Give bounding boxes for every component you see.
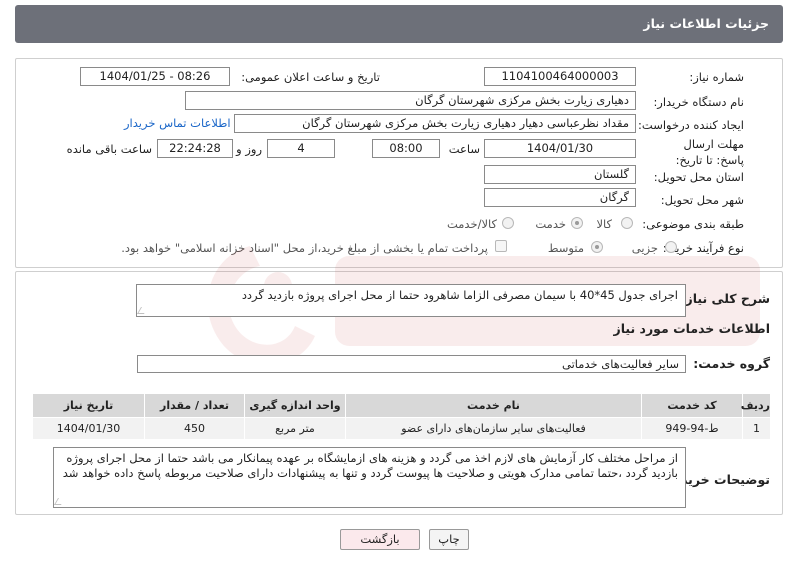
province-label: استان محل تحویل:: [653, 170, 744, 184]
deadline-label: مهلت ارسال پاسخ: تا تاریخ:: [675, 137, 744, 167]
cell-service-code: ط-94-949: [641, 417, 743, 440]
buyer-org-label: نام دستگاه خریدار:: [653, 95, 744, 109]
print-button[interactable]: چاپ: [429, 529, 469, 550]
buyer-org-field: دهیاری زیارت بخش مرکزی شهرستان گرگان: [185, 91, 636, 110]
category-option-goods-service: کالا/خدمت: [446, 217, 497, 231]
category-radio-service[interactable]: [571, 217, 583, 229]
need-number-label: شماره نیاز:: [689, 70, 744, 84]
col-header-service-name: نام خدمت: [345, 393, 642, 418]
buyer-notes-text: از مراحل مختلف کار آزمایش های لازم اخذ م…: [62, 451, 678, 480]
category-option-goods: کالا: [596, 217, 612, 231]
cell-row-number: 1: [742, 417, 771, 440]
process-option-minor: جزیی: [631, 241, 658, 255]
buyer-notes-textbox: از مراحل مختلف کار آزمایش های لازم اخذ م…: [53, 447, 686, 508]
service-group-label: گروه خدمت:: [693, 356, 770, 371]
col-header-service-code: کد خدمت: [641, 393, 743, 418]
process-option-medium: متوسط: [547, 241, 584, 255]
category-radio-goods-service[interactable]: [502, 217, 514, 229]
page-title: جزئیات اطلاعات نیاز: [643, 16, 769, 31]
back-button[interactable]: بازگشت: [340, 529, 420, 550]
services-table: ردیف کد خدمت نام خدمت واحد اندازه گیری ت…: [32, 393, 771, 440]
cell-service-name: فعالیت‌های سایر سازمان‌های دارای عضو: [345, 417, 642, 440]
announce-label: تاریخ و ساعت اعلان عمومی:: [241, 70, 380, 84]
services-title: اطلاعات خدمات مورد نیاز: [613, 321, 771, 336]
table-header-row: ردیف کد خدمت نام خدمت واحد اندازه گیری ت…: [32, 393, 771, 418]
city-label: شهر محل تحویل:: [660, 193, 744, 207]
summary-label: شرح کلی نیاز:: [680, 291, 770, 306]
summary-textbox: اجرای جدول 45*40 با سیمان مصرفی الزاما ش…: [136, 284, 686, 317]
resize-grip-icon[interactable]: [53, 498, 66, 505]
buyer-contact-link[interactable]: اطلاعات تماس خریدار: [124, 116, 231, 130]
need-number-field: 1104100464000003: [484, 67, 636, 86]
process-radio-minor[interactable]: [665, 241, 677, 253]
treasury-payment-checkbox[interactable]: [495, 240, 507, 252]
category-option-service: خدمت: [535, 217, 566, 231]
remaining-time-field: 22:24:28: [157, 139, 233, 158]
announce-field: 1404/01/25 - 08:26: [80, 67, 230, 86]
deadline-time-label: ساعت: [448, 142, 480, 156]
city-field: گرگان: [484, 188, 636, 207]
process-radio-medium[interactable]: [591, 241, 603, 253]
cell-need-date: 1404/01/30: [32, 417, 145, 440]
province-field: گلستان: [484, 165, 636, 184]
creator-field: مقداد نظرعباسی دهیار دهیاری زیارت بخش مر…: [234, 114, 636, 133]
deadline-date-field: 1404/01/30: [484, 139, 636, 158]
category-label: طبقه بندی موضوعی:: [642, 217, 744, 231]
page-header: جزئیات اطلاعات نیاز: [15, 5, 783, 43]
deadline-time-field: 08:00: [372, 139, 440, 158]
days-label: روز و: [236, 142, 262, 156]
creator-label: ایجاد کننده درخواست:: [638, 118, 744, 132]
summary-text: اجرای جدول 45*40 با سیمان مصرفی الزاما ش…: [241, 288, 678, 302]
service-group-field: سایر فعالیت‌های خدماتی: [137, 355, 686, 373]
resize-grip-icon[interactable]: [136, 307, 149, 314]
col-header-need-date: تاریخ نیاز: [32, 393, 145, 418]
col-header-unit: واحد اندازه گیری: [244, 393, 346, 418]
cell-unit: متر مربع: [244, 417, 346, 440]
table-row: 1 ط-94-949 فعالیت‌های سایر سازمان‌های دا…: [32, 417, 771, 440]
days-field: 4: [267, 139, 335, 158]
cell-quantity: 450: [144, 417, 245, 440]
treasury-payment-note: پرداخت تمام یا بخشی از مبلغ خرید،از محل …: [121, 241, 488, 255]
col-header-quantity: تعداد / مقدار: [144, 393, 245, 418]
remaining-label: ساعت باقی مانده: [66, 142, 152, 156]
col-header-row-number: ردیف: [741, 393, 771, 418]
category-radio-goods[interactable]: [621, 217, 633, 229]
